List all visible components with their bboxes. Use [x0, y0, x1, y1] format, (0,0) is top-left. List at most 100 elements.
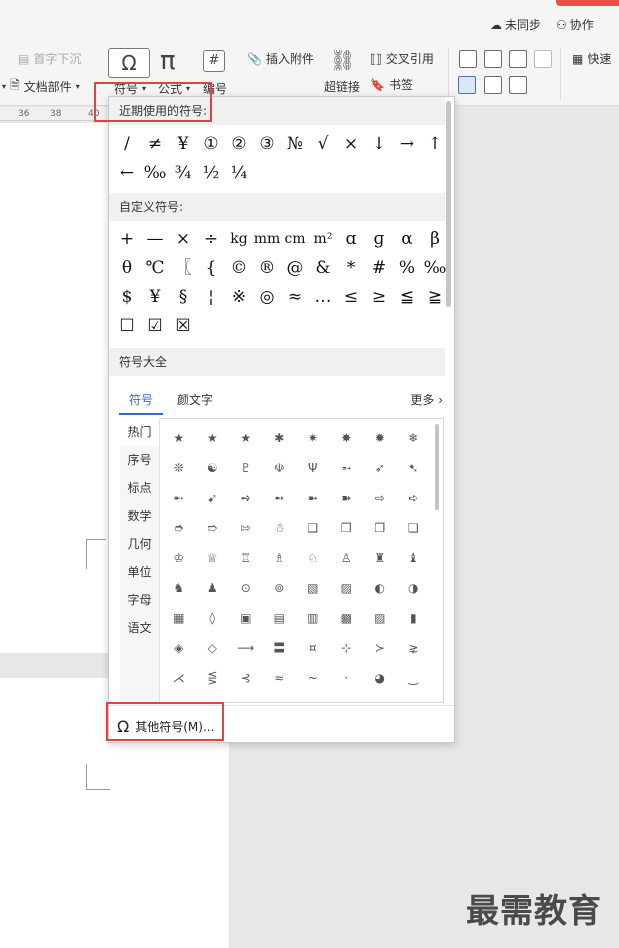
symbol-cell[interactable]: ↑: [421, 130, 449, 159]
symbol-cell[interactable]: ≤: [337, 283, 365, 312]
symbol-cell[interactable]: ❏: [397, 513, 431, 543]
formula-button[interactable]: 公式 ▾: [158, 80, 190, 97]
symbol-cell[interactable]: ③: [253, 130, 281, 159]
symbol-cell[interactable]: ◈: [162, 633, 196, 663]
cross-reference-button[interactable]: ⟦⟧ 交叉引用: [370, 50, 434, 67]
symbol-cell[interactable]: ▥: [296, 603, 330, 633]
symbol-cell[interactable]: ♞: [162, 573, 196, 603]
symbol-cell[interactable]: 〖: [169, 254, 197, 283]
symbol-cell[interactable]: ≈: [263, 663, 297, 693]
symbol-cell[interactable]: ≦: [393, 283, 421, 312]
symbol-cell[interactable]: ⊰: [229, 663, 263, 693]
symbol-cell[interactable]: ♟: [196, 573, 230, 603]
symbol-cell[interactable]: ▧: [296, 573, 330, 603]
symbol-cell[interactable]: ➵: [330, 453, 364, 483]
symbol-cell[interactable]: mm: [253, 225, 281, 254]
symbol-cell[interactable]: ♝: [397, 543, 431, 573]
symbol-cell[interactable]: ➷: [397, 453, 431, 483]
symbol-cell[interactable]: ▦: [162, 603, 196, 633]
symbol-cell[interactable]: &: [309, 254, 337, 283]
symbol-cell[interactable]: ℃: [141, 254, 169, 283]
form-field-icon[interactable]: [509, 50, 527, 68]
symbol-cell[interactable]: ♖: [229, 543, 263, 573]
symbol-cell[interactable]: ·: [330, 663, 364, 693]
tab-emoticon[interactable]: 颜文字: [177, 389, 213, 415]
frame-icon[interactable]: [458, 76, 476, 94]
bookmark-button[interactable]: 🔖 书签: [370, 76, 413, 93]
symbol-cell[interactable]: ≧: [421, 283, 449, 312]
symbol-cell[interactable]: ×: [169, 225, 197, 254]
category-item[interactable]: 单位: [120, 558, 159, 586]
symbol-cell[interactable]: ♜: [363, 543, 397, 573]
symbol-cell[interactable]: ☃: [263, 513, 297, 543]
symbol-cell[interactable]: →: [393, 130, 421, 159]
numbering-button[interactable]: 编号: [203, 80, 227, 97]
symbol-cell[interactable]: ➺: [229, 483, 263, 513]
symbol-cell[interactable]: ‿: [397, 663, 431, 693]
symbol-cell[interactable]: ⇨: [363, 483, 397, 513]
number-icon[interactable]: #: [203, 50, 225, 72]
dropdown-field-icon[interactable]: [534, 50, 552, 68]
link-icon[interactable]: ⛓: [330, 48, 355, 72]
symbol-cell[interactable]: ⋧: [397, 633, 431, 663]
pi-icon[interactable]: π: [160, 46, 176, 76]
symbol-cell[interactable]: ❊: [162, 453, 196, 483]
symbol-cell[interactable]: ➪: [397, 483, 431, 513]
symbol-cell[interactable]: ≠: [141, 130, 169, 159]
symbol-cell[interactable]: ¦: [197, 283, 225, 312]
symbol-cell[interactable]: ♇: [229, 453, 263, 483]
symbol-cell[interactable]: cm: [281, 225, 309, 254]
scrollbar[interactable]: [435, 424, 439, 510]
symbol-cell[interactable]: …: [309, 283, 337, 312]
other-symbols-button[interactable]: Ω 其他符号(M)...: [117, 717, 214, 736]
symbol-cell[interactable]: ©: [225, 254, 253, 283]
sync-status[interactable]: ☁ 未同步: [490, 16, 541, 33]
symbol-cell[interactable]: ↓: [365, 130, 393, 159]
symbol-cell[interactable]: ⇰: [229, 513, 263, 543]
symbol-cell[interactable]: ⊹: [330, 633, 364, 663]
symbol-cell[interactable]: ←: [113, 159, 141, 188]
symbol-cell[interactable]: ❑: [296, 513, 330, 543]
category-item[interactable]: 语文: [120, 614, 159, 642]
symbol-cell[interactable]: +: [113, 225, 141, 254]
symbol-cell[interactable]: ▮: [397, 603, 431, 633]
category-item[interactable]: 热门: [120, 418, 159, 446]
more-button[interactable]: 更多 ›: [410, 389, 443, 415]
symbol-cell[interactable]: ★: [196, 423, 230, 453]
symbol-cell[interactable]: ◑: [397, 573, 431, 603]
symbol-cell[interactable]: kg: [225, 225, 253, 254]
symbol-cell[interactable]: ♕: [196, 543, 230, 573]
category-item[interactable]: 几何: [120, 530, 159, 558]
symbol-cell[interactable]: ÷: [197, 225, 225, 254]
symbol-cell[interactable]: ♘: [296, 543, 330, 573]
symbol-cell[interactable]: ❄: [397, 423, 431, 453]
omega-icon[interactable]: Ω: [108, 48, 150, 78]
symbol-cell[interactable]: ✹: [363, 423, 397, 453]
category-item[interactable]: 标点: [120, 474, 159, 502]
symbol-cell[interactable]: #: [365, 254, 393, 283]
collaborate-button[interactable]: ⚇ 协作: [556, 16, 594, 33]
symbol-cell[interactable]: ★: [229, 423, 263, 453]
symbol-cell[interactable]: ➽: [330, 483, 364, 513]
symbol-cell[interactable]: ※: [225, 283, 253, 312]
symbol-cell[interactable]: ▩: [330, 603, 364, 633]
symbol-cell[interactable]: №: [281, 130, 309, 159]
symbol-cell[interactable]: $: [113, 283, 141, 312]
symbol-cell[interactable]: ✸: [330, 423, 364, 453]
symbol-cell[interactable]: ½: [197, 159, 225, 188]
horizontal-ruler[interactable]: 36 38 40: [0, 107, 108, 121]
symbol-cell[interactable]: α: [393, 225, 421, 254]
symbol-cell[interactable]: ×: [337, 130, 365, 159]
symbol-cell[interactable]: ¥: [169, 130, 197, 159]
symbol-cell[interactable]: ◊: [196, 603, 230, 633]
symbol-cell[interactable]: ➮: [162, 513, 196, 543]
symbol-cell[interactable]: ☫: [263, 453, 297, 483]
symbol-cell[interactable]: /: [113, 130, 141, 159]
symbol-cell[interactable]: ◕: [363, 663, 397, 693]
symbol-cell[interactable]: ➼: [296, 483, 330, 513]
symbol-cell[interactable]: @: [281, 254, 309, 283]
symbol-cell[interactable]: ❐: [363, 513, 397, 543]
symbol-cell[interactable]: ‰: [421, 254, 449, 283]
symbol-cell[interactable]: ≻: [363, 633, 397, 663]
symbol-cell[interactable]: ®: [253, 254, 281, 283]
